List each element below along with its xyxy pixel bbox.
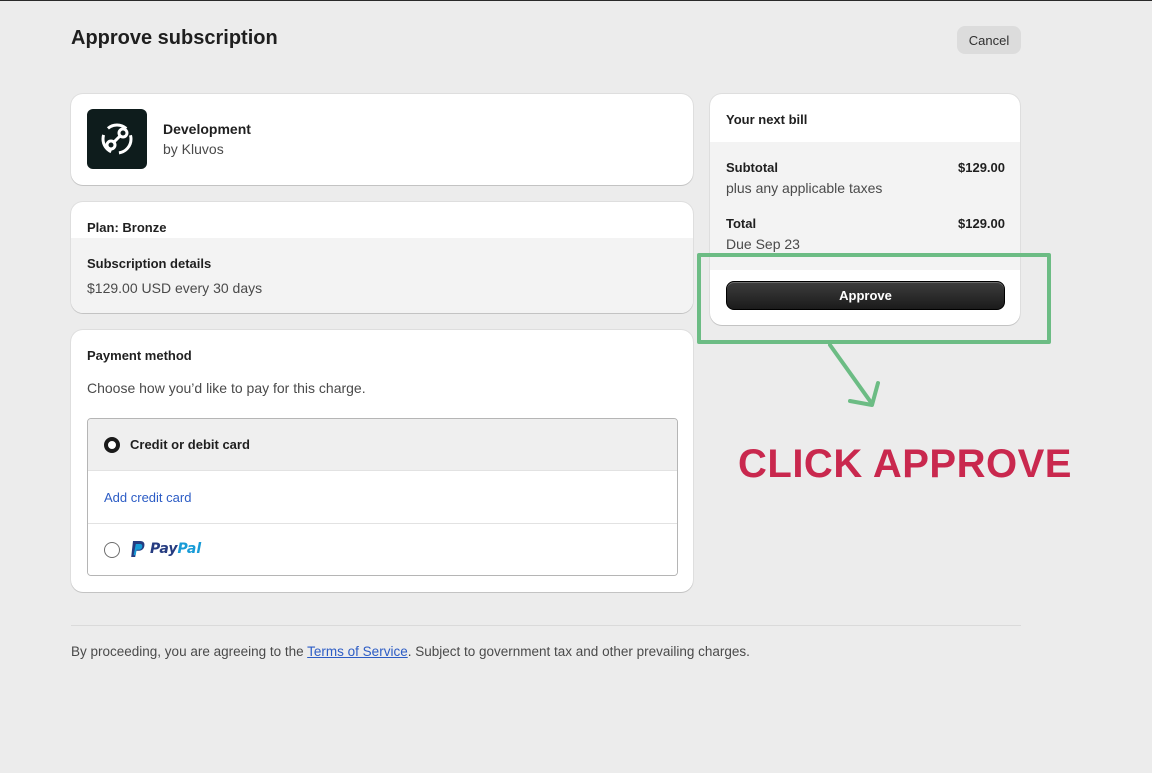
footer-divider: [71, 625, 1021, 626]
bill-summary: Subtotal $129.00 plus any applicable tax…: [710, 142, 1020, 270]
option-credit-card[interactable]: Credit or debit card: [88, 419, 677, 471]
kluvos-logo-icon: [87, 109, 147, 169]
cancel-button[interactable]: Cancel: [957, 26, 1021, 54]
payment-method-card: Payment method Choose how you’d like to …: [71, 330, 693, 592]
footer-prefix: By proceeding, you are agreeing to the: [71, 644, 308, 659]
subscription-price: $129.00 USD every 30 days: [87, 280, 263, 296]
subtotal-label: Subtotal: [726, 160, 778, 175]
add-credit-card-link[interactable]: Add credit card: [104, 490, 191, 505]
add-credit-card-row: Add credit card: [88, 471, 677, 524]
footer-disclaimer: By proceeding, you are agreeing to the T…: [71, 644, 750, 659]
option-paypal[interactable]: PayPal: [88, 524, 677, 575]
taxes-note: plus any applicable taxes: [726, 180, 883, 196]
next-bill-card: Your next bill Subtotal $129.00 plus any…: [710, 94, 1020, 325]
next-bill-title: Your next bill: [726, 112, 808, 127]
subtotal-value: $129.00: [958, 160, 1005, 175]
page-title: Approve subscription: [71, 27, 278, 49]
footer-suffix: . Subject to government tax and other pr…: [407, 644, 750, 659]
payment-options: Credit or debit card Add credit card Pay…: [87, 418, 678, 576]
option-credit-card-label[interactable]: Credit or debit card: [130, 437, 250, 452]
app-developer: by Kluvos: [163, 141, 224, 157]
total-label: Total: [726, 216, 757, 231]
click-approve-callout: CLICK APPROVE: [738, 442, 1072, 486]
paypal-pal-text: Pal: [177, 541, 202, 557]
total-value: $129.00: [958, 216, 1005, 231]
payment-method-description: Choose how you’d like to pay for this ch…: [87, 380, 366, 396]
app-name: Development: [163, 121, 251, 137]
app-card: Development by Kluvos: [71, 94, 693, 185]
radio-unselected-icon[interactable]: [104, 542, 120, 558]
subscription-details-title: Subscription details: [87, 256, 212, 271]
radio-selected-icon[interactable]: [104, 437, 120, 453]
paypal-icon: [131, 541, 145, 557]
approve-button[interactable]: Approve: [726, 281, 1005, 310]
paypal-pay-text: Pay: [150, 541, 178, 557]
plan-card: Plan: Bronze Subscription details $129.0…: [71, 202, 693, 313]
payment-method-title: Payment method: [87, 348, 192, 363]
subscription-details: Subscription details $129.00 USD every 3…: [71, 238, 693, 313]
due-date: Due Sep 23: [726, 236, 800, 252]
paypal-logo[interactable]: PayPal: [130, 538, 201, 560]
arrow-icon: [828, 343, 880, 407]
terms-of-service-link[interactable]: Terms of Service: [307, 644, 408, 659]
plan-title: Plan: Bronze: [87, 220, 167, 235]
